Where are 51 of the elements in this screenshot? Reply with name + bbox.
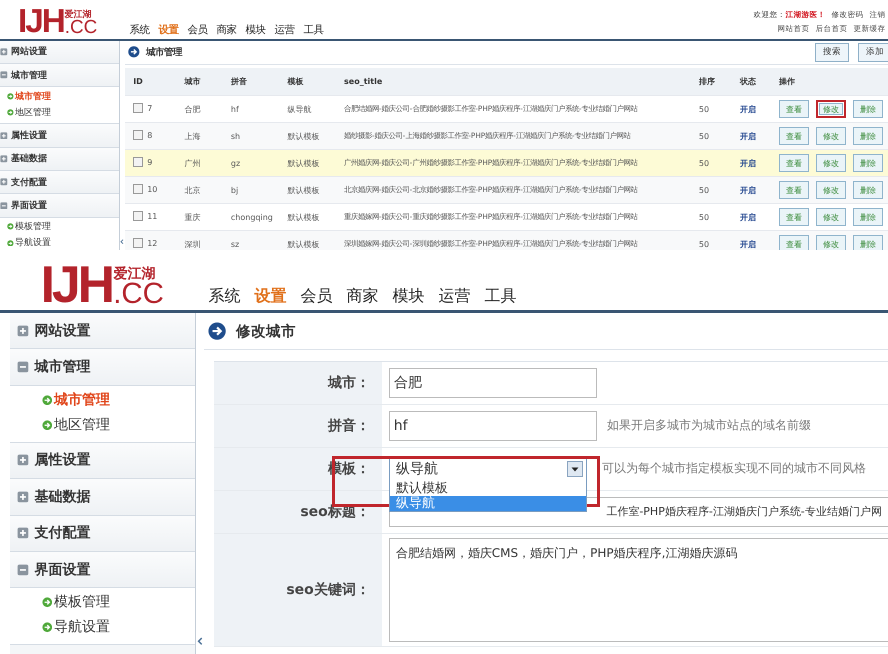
logo-tagline: 爱江湖 (64, 10, 92, 20)
logo-domain: .CC (64, 20, 98, 36)
table-cell: 纵导航 (287, 104, 312, 114)
table-cell: 7 (147, 104, 152, 113)
field-hint: 如果开启多城市为城市站点的域名前缀 (606, 417, 811, 434)
field-hint: 可以为每个城市指定模板实现不同的城市不同风格 (602, 460, 866, 478)
table-cell: 50 (698, 186, 710, 195)
logo-tagline: 爱江湖 (113, 266, 156, 281)
table-cell: 深圳 (184, 240, 201, 249)
column-header: 状态 (732, 68, 772, 96)
logo-mark: IJH (40, 262, 112, 306)
table-cell: sz (230, 240, 240, 249)
table-cell: 默认模板 (287, 240, 320, 249)
column-header: 排序 (690, 68, 732, 96)
table-cell: 12 (147, 238, 158, 248)
table-cell: 50 (698, 104, 710, 114)
table-cell: bj (230, 186, 238, 195)
table-cell: hf (230, 104, 239, 114)
table-cell: 50 (698, 212, 710, 222)
table-cell: 8 (147, 130, 152, 140)
page-title: 城市管理 (146, 46, 182, 59)
page-title: 修改城市 (236, 322, 296, 341)
table-cell: 50 (698, 132, 710, 141)
table-cell: 9 (147, 158, 152, 167)
field-label: 拼音： (328, 416, 370, 435)
field-label: seo关键词： (286, 580, 370, 599)
table-cell: 10 (147, 184, 158, 194)
column-header: 拼音 (222, 68, 280, 96)
table-cell: 11 (147, 212, 158, 221)
table-cell: 50 (698, 240, 710, 249)
column-header: 模板 (279, 68, 336, 96)
table-cell: 重庆 (184, 212, 201, 222)
table-cell: 50 (698, 158, 710, 168)
table-cell: 默认模板 (287, 158, 320, 168)
column-header: 城市 (176, 68, 223, 96)
logo-domain: .CC (113, 280, 164, 306)
table-cell: 北京 (184, 186, 201, 195)
table-cell: sh (230, 132, 240, 141)
column-header: 操作 (771, 68, 888, 96)
field-label: 城市： (328, 374, 370, 392)
table-cell: 合肥 (184, 104, 201, 114)
table-cell: gz (230, 158, 240, 168)
table-cell: 默认模板 (287, 132, 320, 141)
table-cell: 默认模板 (287, 186, 320, 195)
table-cell: 默认模板 (287, 212, 320, 222)
column-header: seo_title (336, 68, 691, 96)
table-cell: chongqing (230, 212, 273, 222)
table-cell: 广州 (184, 158, 201, 168)
column-header: ID (125, 68, 177, 96)
logo-mark: IJH (18, 8, 64, 36)
table-cell: 上海 (184, 132, 201, 141)
